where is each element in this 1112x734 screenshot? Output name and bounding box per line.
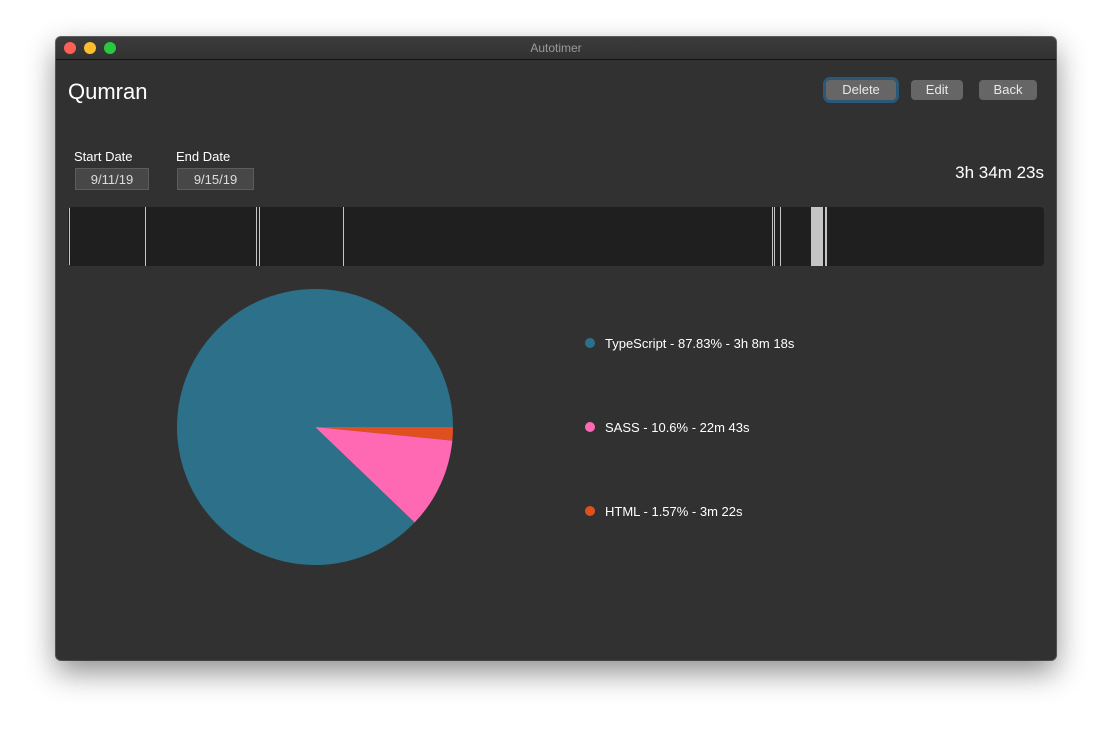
end-date-field[interactable]: 9/15/19: [177, 168, 254, 190]
legend-item-typescript: TypeScript - 87.83% - 3h 8m 18s: [585, 333, 794, 353]
legend-item-html: HTML - 1.57% - 3m 22s: [585, 501, 743, 521]
window-title: Autotimer: [530, 41, 582, 55]
timeline-activity-segment: [343, 207, 345, 266]
start-date-label: Start Date: [74, 149, 133, 164]
delete-button[interactable]: Delete: [826, 80, 896, 100]
title-bar: Autotimer: [56, 37, 1056, 60]
legend-label: SASS - 10.6% - 22m 43s: [605, 419, 750, 435]
legend-label: TypeScript - 87.83% - 3h 8m 18s: [605, 335, 795, 351]
legend-dot-icon: [585, 506, 595, 516]
legend-dot-icon: [585, 338, 595, 348]
legend-dot-icon: [585, 422, 595, 432]
language-pie-chart: [177, 289, 453, 565]
total-time: 3h 34m 23s: [955, 163, 1044, 182]
project-name: Qumran: [68, 79, 148, 104]
timeline-activity-segment: [771, 207, 773, 266]
legend-item-sass: SASS - 10.6% - 22m 43s: [585, 417, 750, 437]
back-button[interactable]: Back: [979, 80, 1037, 100]
edit-button[interactable]: Edit: [911, 80, 963, 100]
end-date-label: End Date: [176, 149, 231, 164]
timeline-activity-segment: [259, 207, 261, 266]
legend-label: HTML - 1.57% - 3m 22s: [605, 503, 743, 519]
timeline-activity-segment: [810, 207, 823, 266]
pie-slice-typescript: [177, 289, 453, 565]
timeline-activity-segment: [774, 207, 776, 266]
timeline-activity-segment: [68, 207, 70, 266]
app-window: Autotimer Qumran Delete Edit Back Start …: [56, 37, 1056, 660]
timeline-activity-segment: [144, 207, 146, 266]
timeline-activity-segment: [256, 207, 258, 266]
start-date-field[interactable]: 9/11/19: [75, 168, 149, 190]
timeline-activity-segment: [779, 207, 782, 266]
timeline-activity-segment: [824, 207, 827, 266]
activity-timeline: [68, 207, 1044, 266]
